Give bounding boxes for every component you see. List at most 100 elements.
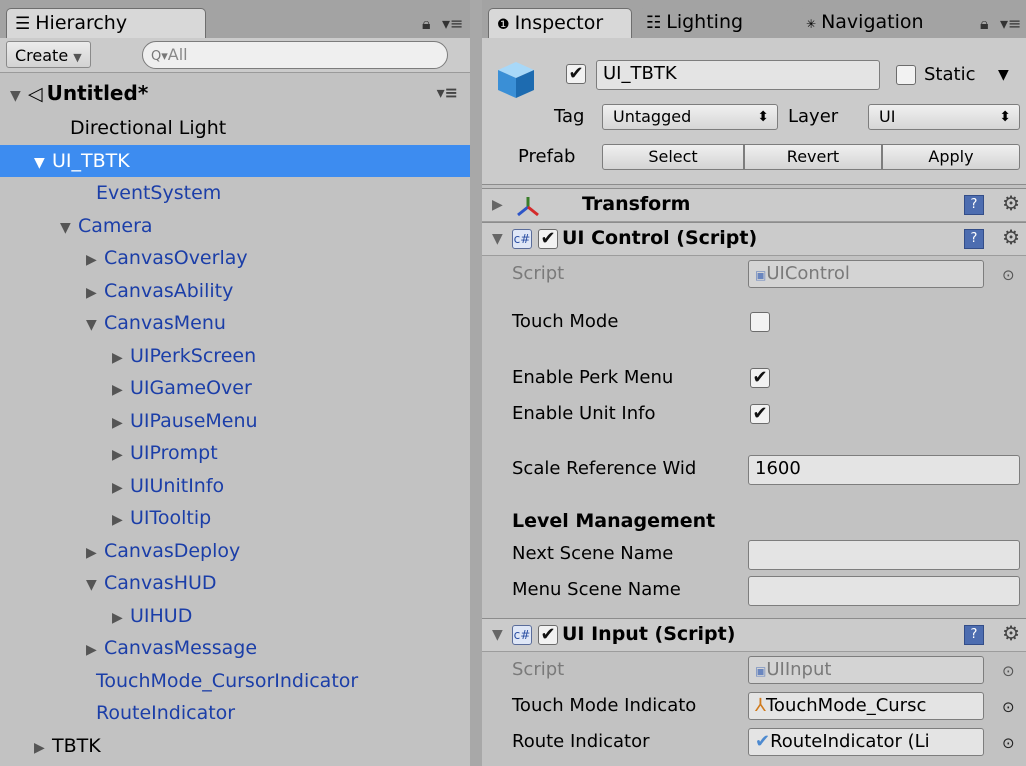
static-checkbox[interactable]	[896, 65, 916, 85]
hierarchy-item[interactable]: ▶ UIPrompt	[0, 437, 470, 469]
scene-row[interactable]: ▼ ◁ Untitled* ▾≡	[0, 76, 470, 110]
object-name-field[interactable]: UI_TBTK	[596, 60, 880, 90]
hierarchy-item[interactable]: ▼ CanvasHUD	[0, 567, 470, 599]
ui-control-component-header[interactable]: ▼ c# ✔ UI Control (Script) ? ⚙	[482, 222, 1026, 256]
transform-axes-icon	[517, 197, 539, 217]
search-input[interactable]: Q▾All	[142, 41, 448, 69]
object-picker-icon[interactable]: ⊙	[1002, 662, 1015, 680]
gear-icon[interactable]: ⚙	[1002, 621, 1020, 645]
script-file-icon: ▣	[755, 664, 767, 678]
hierarchy-item[interactable]: ▶ UIUnitInfo	[0, 470, 470, 502]
hierarchy-item[interactable]: TouchMode_CursorIndicator	[0, 665, 470, 697]
ui-input-title: UI Input (Script)	[562, 623, 736, 645]
script-file-icon: ▣	[755, 268, 767, 282]
ui-input-script-field[interactable]: ▣UIInput	[748, 656, 984, 684]
collapse-arrow-icon[interactable]: ▼	[86, 309, 104, 341]
hierarchy-item[interactable]: ▼ UI_TBTK	[0, 144, 470, 179]
hierarchy-item[interactable]: ▶ UIHUD	[0, 600, 470, 632]
expand-arrow-icon[interactable]: ▶	[112, 342, 130, 374]
hierarchy-item[interactable]: ▶ UIPauseMenu	[0, 405, 470, 437]
scale-reference-field[interactable]: 1600	[748, 455, 1020, 485]
expand-arrow-icon[interactable]: ▼	[492, 231, 503, 247]
ui-input-component-header[interactable]: ▼ c# ✔ UI Input (Script) ? ⚙	[482, 618, 1026, 652]
object-picker-icon[interactable]: ⊙	[1002, 734, 1015, 752]
expand-arrow-icon[interactable]: ▶	[86, 537, 104, 569]
enable-perk-menu-checkbox[interactable]: ✔	[750, 368, 770, 388]
hierarchy-item[interactable]: ▶ CanvasMessage	[0, 632, 470, 664]
hierarchy-item[interactable]: RouteIndicator	[0, 697, 470, 729]
static-dropdown-icon[interactable]: ▼	[998, 62, 1009, 88]
line-renderer-icon: ✔	[755, 731, 771, 752]
panel-menu-icon[interactable]: ▾≡	[442, 14, 463, 33]
menu-scene-field[interactable]	[748, 576, 1020, 606]
prefab-apply-button[interactable]: Apply	[882, 144, 1020, 170]
hierarchy-item[interactable]: ▶ CanvasAbility	[0, 275, 470, 307]
gear-icon[interactable]: ⚙	[1002, 191, 1020, 215]
expand-arrow-icon[interactable]: ▶	[112, 472, 130, 504]
active-checkbox[interactable]: ✔	[566, 64, 586, 84]
gear-icon[interactable]: ⚙	[1002, 225, 1020, 249]
route-indicator-field[interactable]: ✔RouteIndicator (Li	[748, 728, 984, 756]
expand-arrow-icon[interactable]: ▶	[112, 504, 130, 536]
collapse-arrow-icon[interactable]: ▶	[492, 197, 503, 213]
lock-icon[interactable]: 🔒︎	[422, 14, 431, 34]
layer-label: Layer	[788, 106, 839, 127]
hierarchy-item[interactable]: ▶ UIGameOver	[0, 372, 470, 404]
help-icon[interactable]: ?	[964, 229, 984, 249]
transform-component-header[interactable]: ▶ Transform ? ⚙	[482, 188, 1026, 222]
panel-divider[interactable]	[470, 0, 482, 766]
help-icon[interactable]: ?	[964, 625, 984, 645]
object-picker-icon[interactable]: ⊙	[1002, 698, 1015, 716]
expand-arrow-icon[interactable]: ▶	[112, 374, 130, 406]
hierarchy-item[interactable]: ▶ UIPerkScreen	[0, 340, 470, 372]
list-icon: ☰	[15, 14, 31, 34]
tab-navigation[interactable]: ✳ Navigation	[798, 8, 978, 38]
hierarchy-item-label: Camera	[78, 214, 153, 237]
touch-mode-indicator-field[interactable]: ⅄TouchMode_Cursc	[748, 692, 984, 720]
hierarchy-item[interactable]: ▶ UITooltip	[0, 502, 470, 534]
ui-control-script-field[interactable]: ▣UIControl	[748, 260, 984, 288]
hierarchy-item[interactable]: ▼ Camera	[0, 210, 470, 242]
tab-lighting[interactable]: ☷ Lighting	[638, 8, 788, 38]
hierarchy-item[interactable]: ▼ CanvasMenu	[0, 307, 470, 339]
inspector-menu-icon[interactable]: ▾≡	[1000, 14, 1021, 33]
navigation-icon: ✳	[806, 17, 817, 31]
tab-inspector[interactable]: ❶ Inspector	[488, 8, 632, 38]
expand-arrow-icon[interactable]: ▶	[34, 732, 52, 764]
hierarchy-item[interactable]: ▶ CanvasDeploy	[0, 535, 470, 567]
expand-arrow-icon[interactable]: ▶	[112, 439, 130, 471]
expand-arrow-icon[interactable]: ▶	[112, 602, 130, 634]
tab-hierarchy[interactable]: ☰ Hierarchy	[6, 8, 206, 38]
hierarchy-item[interactable]: ▶ TBTK	[0, 730, 470, 762]
next-scene-field[interactable]	[748, 540, 1020, 570]
collapse-arrow-icon[interactable]: ▼	[60, 212, 78, 244]
expand-icon[interactable]: ▼	[10, 79, 28, 113]
layer-dropdown[interactable]: UI ⬍	[868, 104, 1020, 130]
create-label: Create	[15, 46, 69, 65]
touch-mode-checkbox[interactable]	[750, 312, 770, 332]
collapse-arrow-icon[interactable]: ▼	[86, 569, 104, 601]
expand-arrow-icon[interactable]: ▶	[112, 407, 130, 439]
collapse-arrow-icon[interactable]: ▼	[34, 147, 52, 179]
hierarchy-item[interactable]: Directional Light	[0, 112, 470, 144]
expand-arrow-icon[interactable]: ▶	[86, 634, 104, 666]
prefab-select-button[interactable]: Select	[602, 144, 744, 170]
object-picker-icon[interactable]: ⊙	[1002, 266, 1015, 284]
hierarchy-item-label: TouchMode_CursorIndicator	[96, 669, 359, 692]
ui-control-enabled-checkbox[interactable]: ✔	[538, 229, 558, 249]
hierarchy-item[interactable]: ▶ CanvasOverlay	[0, 242, 470, 274]
expand-arrow-icon[interactable]: ▶	[86, 244, 104, 276]
enable-unit-info-checkbox[interactable]: ✔	[750, 404, 770, 424]
hierarchy-item-label: CanvasAbility	[104, 279, 234, 302]
expand-arrow-icon[interactable]: ▶	[86, 277, 104, 309]
create-button[interactable]: Create ▼	[6, 41, 91, 68]
inspector-lock-icon[interactable]: 🔒︎	[980, 14, 989, 34]
level-management-heading: Level Management	[512, 510, 716, 532]
help-icon[interactable]: ?	[964, 195, 984, 215]
expand-arrow-icon[interactable]: ▼	[492, 627, 503, 643]
ui-input-enabled-checkbox[interactable]: ✔	[538, 625, 558, 645]
prefab-revert-button[interactable]: Revert	[744, 144, 882, 170]
scene-menu-icon[interactable]: ▾≡	[437, 76, 458, 110]
hierarchy-item[interactable]: EventSystem	[0, 177, 470, 209]
tag-dropdown[interactable]: Untagged ⬍	[602, 104, 778, 130]
